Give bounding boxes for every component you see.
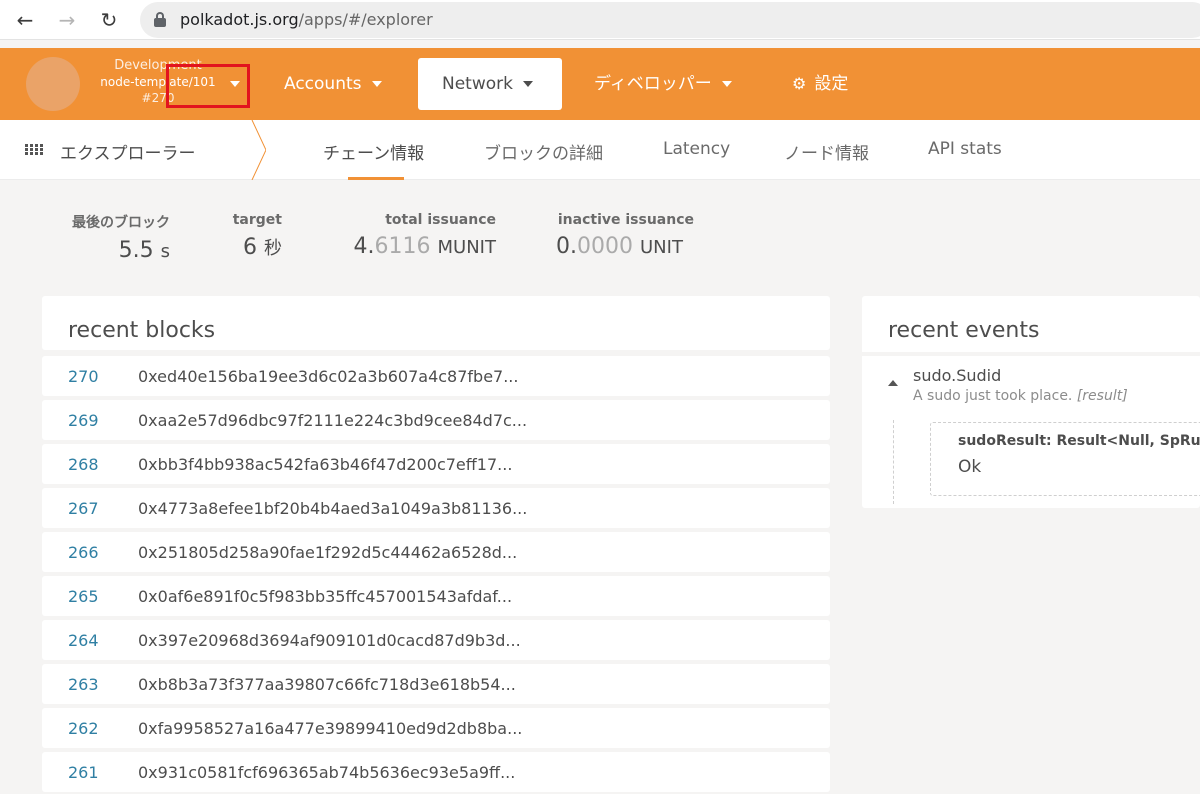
event-tree-line — [893, 420, 894, 504]
block-hash: 0x251805d258a90fae1f292d5c44462a6528d... — [138, 543, 518, 562]
reload-icon[interactable]: ↻ — [96, 7, 122, 33]
summary-target: target 6 秒 — [226, 212, 282, 260]
highlight-annotation-box — [166, 64, 250, 108]
summary-inactive-issuance: inactive issuance 0.0000 UNIT — [556, 212, 694, 259]
block-number-link[interactable]: 261 — [68, 763, 99, 782]
table-row: 267 0x4773a8efee1bf20b4b4aed3a1049a3b8113… — [42, 488, 830, 528]
summary-label: target — [232, 212, 282, 228]
table-row: 262 0xfa9958527a16a477e39899410ed9d2db8ba… — [42, 708, 830, 748]
table-row: 261 0x931c0581fcf696365ab74b5636ec93e5a9f… — [42, 752, 830, 792]
section-title: エクスプローラー — [60, 144, 196, 164]
block-number-link[interactable]: 268 — [68, 455, 99, 474]
block-number-link[interactable]: 266 — [68, 543, 99, 562]
block-hash: 0xed40e156ba19ee3d6c02a3b607a4c87fbe7... — [138, 367, 519, 386]
block-hash: 0xaa2e57d96dbc97f2111e224c3bd9cee84d7c..… — [138, 411, 528, 430]
block-hash: 0x397e20968d3694af909101d0cacd87d9b3d... — [138, 631, 521, 650]
table-row: 265 0x0af6e891f0c5f983bb35ffc457001543afd… — [42, 576, 830, 616]
summary-label: inactive issuance — [557, 212, 694, 228]
summary-last-block: 最後のブロック 5.5 s — [58, 212, 170, 263]
collapse-caret-up-icon[interactable] — [888, 380, 898, 386]
summary-value: 4.6116 MUNIT — [353, 234, 496, 259]
menu-settings-label: 設定 — [814, 74, 849, 94]
block-number-link[interactable]: 270 — [68, 367, 99, 386]
back-arrow-icon[interactable]: ← — [12, 7, 38, 33]
divider — [862, 352, 1200, 356]
block-hash: 0xbb3f4bb938ac542fa63b46f47d200c7eff17..… — [138, 455, 513, 474]
top-navigation: Development node-template/101 #270 Accou… — [0, 48, 1200, 120]
apps-grid-icon — [25, 144, 43, 156]
block-hash: 0xfa9958527a16a477e39899410ed9d2db8ba... — [138, 719, 523, 738]
table-row: 264 0x397e20968d3694af909101d0cacd87d9b3d… — [42, 620, 830, 660]
url-text[interactable]: polkadot.js.org/apps/#/explorer — [180, 10, 433, 29]
tab-node-info[interactable]: ノード情報 — [784, 139, 869, 164]
chevron-down-icon — [371, 81, 382, 87]
block-number-link[interactable]: 262 — [68, 719, 99, 738]
menu-accounts[interactable]: Accounts — [264, 58, 402, 110]
event-detail-label: sudoResult: Result<Null, SpRuntimeDispat… — [958, 433, 1200, 449]
block-number-link[interactable]: 267 — [68, 499, 99, 518]
recent-events-title: recent events — [888, 318, 1040, 343]
summary-value: 0.0000 UNIT — [556, 234, 683, 259]
forward-arrow-icon[interactable]: → — [54, 7, 80, 33]
summary-value: 6 秒 — [243, 235, 282, 260]
table-row: 270 0xed40e156ba19ee3d6c02a3b607a4c87fbe7… — [42, 356, 830, 396]
event-description: A sudo just took place. [result] — [913, 388, 1128, 404]
menu-developer[interactable]: ディベロッパー — [574, 58, 752, 110]
block-number-link[interactable]: 263 — [68, 675, 99, 694]
sub-navigation: エクスプローラー チェーン情報 ブロックの詳細 Latency ノード情報 AP… — [0, 120, 1200, 180]
menu-network-label: Network — [442, 74, 513, 94]
block-hash: 0xb8b3a73f377aa39807c66fc718d3e618b54... — [138, 675, 516, 694]
block-number-link[interactable]: 265 — [68, 587, 99, 606]
block-hash: 0x4773a8efee1bf20b4b4aed3a1049a3b81136..… — [138, 499, 528, 518]
event-detail-value: Ok — [958, 457, 982, 477]
table-row: 268 0xbb3f4bb938ac542fa63b46f47d200c7eff1… — [42, 444, 830, 484]
browser-toolbar: ← → ↻ polkadot.js.org/apps/#/explorer — [0, 0, 1200, 40]
table-row: 263 0xb8b3a73f377aa39807c66fc718d3e618b54… — [42, 664, 830, 704]
breadcrumb-separator-icon — [251, 120, 266, 180]
table-row: 266 0x251805d258a90fae1f292d5c44462a6528d… — [42, 532, 830, 572]
block-number-link[interactable]: 269 — [68, 411, 99, 430]
summary-label: total issuance — [385, 212, 496, 228]
menu-network[interactable]: Network — [418, 58, 562, 110]
recent-blocks-title: recent blocks — [68, 318, 216, 343]
block-hash: 0x931c0581fcf696365ab74b5636ec93e5a9ff..… — [138, 763, 516, 782]
gears-icon: ⚙ — [792, 74, 807, 93]
chain-logo-icon[interactable] — [26, 57, 80, 111]
chevron-down-icon — [721, 81, 732, 87]
summary-total-issuance: total issuance 4.6116 MUNIT — [340, 212, 496, 259]
block-number-link[interactable]: 264 — [68, 631, 99, 650]
tab-chain-info[interactable]: チェーン情報 — [323, 139, 424, 164]
recent-blocks-header: recent blocks — [42, 296, 830, 350]
menu-accounts-label: Accounts — [284, 74, 362, 94]
tab-block-details[interactable]: ブロックの詳細 — [484, 139, 603, 164]
recent-events-panel: recent events sudo.Sudid A sudo just too… — [862, 296, 1200, 508]
summary-label: 最後のブロック — [72, 215, 170, 231]
tab-api-stats[interactable]: API stats — [928, 139, 1002, 159]
tab-latency[interactable]: Latency — [663, 139, 730, 159]
address-bar[interactable]: polkadot.js.org/apps/#/explorer — [140, 2, 1200, 38]
lock-icon[interactable] — [154, 12, 166, 27]
event-detail-box: sudoResult: Result<Null, SpRuntimeDispat… — [930, 422, 1200, 496]
menu-settings[interactable]: ⚙ 設定 — [772, 58, 868, 110]
menu-developer-label: ディベロッパー — [594, 74, 712, 94]
active-tab-indicator — [348, 177, 404, 180]
summary-value: 5.5 s — [118, 238, 170, 263]
chevron-down-icon — [522, 81, 533, 87]
block-hash: 0x0af6e891f0c5f983bb35ffc457001543afdaf.… — [138, 587, 513, 606]
event-name[interactable]: sudo.Sudid — [913, 366, 1001, 385]
table-row: 269 0xaa2e57d96dbc97f2111e224c3bd9cee84d7… — [42, 400, 830, 440]
